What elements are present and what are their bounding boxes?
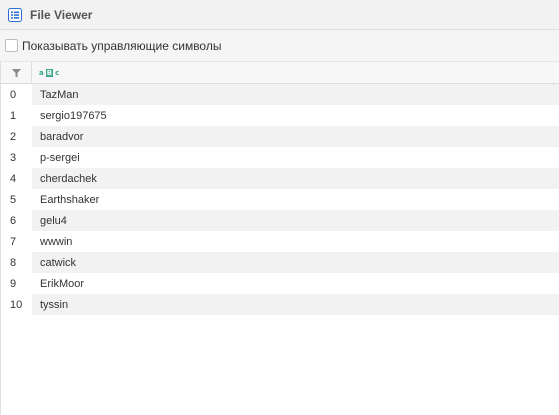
row-value[interactable]: Earthshaker: [32, 189, 559, 210]
row-index: 5: [10, 193, 17, 206]
row-index: 4: [10, 172, 17, 185]
filter-icon: [11, 68, 21, 77]
row-index: 2: [10, 130, 17, 143]
row-index: 10: [10, 298, 23, 311]
row-index: 1: [10, 109, 17, 122]
show-control-chars-checkbox[interactable]: [5, 39, 18, 52]
row-value[interactable]: TazMan: [32, 84, 559, 105]
table-row[interactable]: 2 baradvor: [1, 126, 559, 147]
row-value[interactable]: p-sergei: [32, 147, 559, 168]
abc-glyph-c: c: [55, 69, 60, 77]
row-index: 8: [10, 256, 17, 269]
row-value[interactable]: wwwin: [32, 231, 559, 252]
title-bar: File Viewer: [0, 0, 559, 30]
table-row[interactable]: 0 TazMan: [1, 84, 559, 105]
row-index: 9: [10, 277, 17, 290]
abc-glyph-b: B: [45, 69, 54, 77]
row-value[interactable]: ErikMoor: [32, 273, 559, 294]
filter-button[interactable]: [1, 62, 32, 84]
table-row[interactable]: 7 wwwin: [1, 231, 559, 252]
table-row[interactable]: 4 cherdachek: [1, 168, 559, 189]
row-index: 7: [10, 235, 17, 248]
abc-text-icon: a B c: [38, 69, 60, 77]
abc-glyph-a: a: [39, 69, 44, 77]
row-index: 6: [10, 214, 17, 227]
grid-rows: 0 TazMan 1 sergio197675 2 baradvor 3 p-s…: [1, 84, 559, 315]
row-value[interactable]: catwick: [32, 252, 559, 273]
table-row[interactable]: 6 gelu4: [1, 210, 559, 231]
grid-header: a B c: [1, 61, 559, 84]
row-index: 3: [10, 151, 17, 164]
row-value[interactable]: sergio197675: [32, 105, 559, 126]
options-bar: Показывать управляющие символы: [0, 30, 559, 61]
table-row[interactable]: 1 sergio197675: [1, 105, 559, 126]
row-index: 0: [10, 88, 17, 101]
column-header[interactable]: a B c: [32, 62, 152, 84]
list-icon: [8, 7, 22, 22]
show-control-chars-label[interactable]: Показывать управляющие символы: [22, 39, 221, 53]
row-value[interactable]: baradvor: [32, 126, 559, 147]
table-row[interactable]: 9 ErikMoor: [1, 273, 559, 294]
row-value[interactable]: tyssin: [32, 294, 559, 315]
window-title: File Viewer: [30, 7, 93, 22]
table-row[interactable]: 5 Earthshaker: [1, 189, 559, 210]
row-value[interactable]: gelu4: [32, 210, 559, 231]
row-value[interactable]: cherdachek: [32, 168, 559, 189]
table-row[interactable]: 8 catwick: [1, 252, 559, 273]
table-row[interactable]: 10 tyssin: [1, 294, 559, 315]
data-grid: a B c 0 TazMan 1 sergio197675 2 baradvor…: [0, 61, 559, 415]
table-row[interactable]: 3 p-sergei: [1, 147, 559, 168]
